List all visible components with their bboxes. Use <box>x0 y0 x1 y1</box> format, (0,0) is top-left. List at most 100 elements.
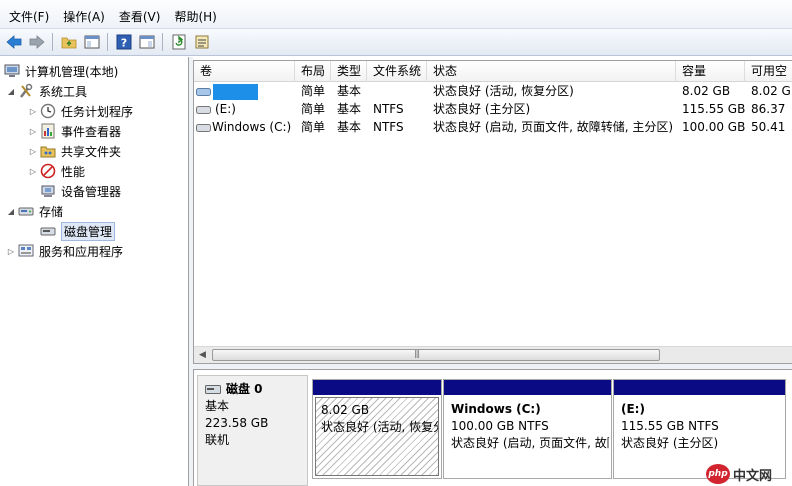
expand-arrow-icon[interactable]: ▷ <box>27 167 39 176</box>
table-row[interactable]: Windows (C:) 简单 基本 NTFS 状态良好 (启动, 页面文件, … <box>194 118 792 136</box>
disk-status: 联机 <box>205 433 230 447</box>
column-header-status[interactable]: 状态 <box>427 61 676 82</box>
tree-item-event-viewer[interactable]: ▷ 事件查看器 <box>27 122 121 140</box>
volume-cell: Windows (C:) <box>194 118 295 136</box>
partition-body: 8.02 GB 状态良好 (活动, 恢复分区) <box>315 397 439 476</box>
tree-item-task-scheduler[interactable]: ▷ 任务计划程序 <box>27 102 133 120</box>
panel-icon[interactable] <box>136 32 157 53</box>
column-header-volume[interactable]: 卷 <box>194 61 295 82</box>
scrollbar-thumb[interactable] <box>212 349 660 361</box>
partition-bar <box>313 380 441 395</box>
column-header-row: 卷 布局 类型 文件系统 状态 容量 可用空 <box>194 61 792 82</box>
partition-body: Windows (C:) 100.00 GB NTFS 状态良好 (启动, 页面… <box>446 397 609 476</box>
menu-view[interactable]: 查看(V) <box>112 9 168 25</box>
tree-item-storage[interactable]: ◢ 存储 <box>5 202 63 220</box>
tree-item-label: 设备管理器 <box>61 184 122 199</box>
expand-arrow-icon[interactable]: ▷ <box>27 147 39 156</box>
disk-management-icon <box>39 223 57 239</box>
toolbar-separator <box>162 33 163 51</box>
tree-item-label: 事件查看器 <box>61 124 122 139</box>
volume-icon <box>196 87 211 96</box>
volume-list: 卷 布局 类型 文件系统 状态 容量 可用空 简单 基本 状态良好 (活动, 恢… <box>193 60 792 364</box>
disk-type: 基本 <box>205 399 230 413</box>
table-row[interactable]: (E:) 简单 基本 NTFS 状态良好 (主分区) 115.55 GB 86.… <box>194 100 792 118</box>
column-header-capacity[interactable]: 容量 <box>676 61 745 82</box>
menu-action[interactable]: 操作(A) <box>56 9 112 25</box>
tree-item-label: 性能 <box>61 164 86 179</box>
tree-item-system-tools[interactable]: ◢ 系统工具 <box>5 82 87 100</box>
partition-windows-c[interactable]: Windows (C:) 100.00 GB NTFS 状态良好 (启动, 页面… <box>443 379 612 479</box>
layout-cell: 简单 <box>301 84 326 98</box>
tree-item-disk-management[interactable]: 磁盘管理 <box>39 221 116 241</box>
scrollbar-grip-icon: ||| <box>414 349 420 358</box>
tree-item-label: 任务计划程序 <box>61 104 134 119</box>
status-cell: 状态良好 (启动, 页面文件, 故障转储, 主分区) <box>433 120 674 134</box>
performance-icon <box>39 163 57 179</box>
layout-cell: 简单 <box>301 120 326 134</box>
folder-up-icon[interactable] <box>58 32 79 53</box>
column-header-free-space[interactable]: 可用空 <box>745 61 792 82</box>
tree-item-performance[interactable]: ▷ 性能 <box>27 162 85 180</box>
device-manager-icon <box>39 183 57 199</box>
partition-title: Windows (C:) <box>451 402 541 416</box>
export-icon[interactable] <box>191 32 212 53</box>
volume-cell: (E:) <box>194 100 295 118</box>
tree-item-device-manager[interactable]: 设备管理器 <box>39 182 121 200</box>
expand-arrow-icon[interactable]: ▷ <box>5 247 17 256</box>
column-header-type[interactable]: 类型 <box>331 61 367 82</box>
capacity-cell: 115.55 GB <box>682 102 745 116</box>
toolbar-separator <box>52 33 53 51</box>
partition-status: 状态良好 (启动, 页面文件, 故障转储, 主分区) <box>451 436 609 450</box>
menu-help[interactable]: 帮助(H) <box>167 9 223 25</box>
refresh-icon[interactable] <box>168 32 189 53</box>
storage-icon <box>17 203 35 219</box>
horizontal-scrollbar[interactable]: ◀ ||| <box>194 346 792 363</box>
volume-icon <box>196 123 211 132</box>
partition-bar <box>614 380 785 395</box>
help-icon[interactable]: ? <box>113 32 134 53</box>
partition-size: 8.02 GB <box>321 403 370 417</box>
toolbar: ? <box>0 29 792 56</box>
back-arrow-icon[interactable] <box>3 32 24 53</box>
expand-arrow-icon[interactable]: ▷ <box>27 107 39 116</box>
free-space-cell: 8.02 G <box>751 84 791 98</box>
status-cell: 状态良好 (活动, 恢复分区) <box>433 84 574 98</box>
column-header-filesystem[interactable]: 文件系统 <box>367 61 427 82</box>
svg-text:?: ? <box>120 37 126 50</box>
services-icon <box>17 243 35 259</box>
toolbar-separator <box>107 33 108 51</box>
volume-cell <box>194 82 295 100</box>
redacted-label <box>213 83 258 100</box>
filesystem-cell: NTFS <box>373 102 404 116</box>
layout-cell: 简单 <box>301 102 326 116</box>
clock-icon <box>39 103 57 119</box>
tree-item-label: 存储 <box>39 204 64 219</box>
partition-recovery[interactable]: 8.02 GB 状态良好 (活动, 恢复分区) <box>312 379 442 479</box>
volume-name: Windows (C:) <box>212 120 292 134</box>
watermark-logo: php <box>706 464 730 484</box>
tree-item-root[interactable]: 计算机管理(本地) <box>3 62 118 80</box>
disk-info-panel[interactable]: 磁盘 0 基本 223.58 GB 联机 <box>197 375 308 486</box>
partition-size: 115.55 GB NTFS <box>621 419 719 433</box>
free-space-cell: 86.37 <box>751 102 786 116</box>
volume-name: (E:) <box>215 102 236 116</box>
partition-status: 状态良好 (主分区) <box>621 436 719 450</box>
tree-item-label: 服务和应用程序 <box>39 244 124 259</box>
tree-item-shared-folders[interactable]: ▷ 共享文件夹 <box>27 142 121 160</box>
free-space-cell: 50.41 <box>751 120 786 134</box>
tree-item-services[interactable]: ▷ 服务和应用程序 <box>5 242 123 260</box>
expand-arrow-icon[interactable]: ▷ <box>27 127 39 136</box>
disk-size: 223.58 GB <box>205 416 269 430</box>
collapse-arrow-icon[interactable]: ◢ <box>5 87 17 96</box>
column-header-layout[interactable]: 布局 <box>295 61 331 82</box>
forward-arrow-icon[interactable] <box>26 32 47 53</box>
table-row[interactable]: 简单 基本 状态良好 (活动, 恢复分区) 8.02 GB 8.02 G <box>194 82 792 100</box>
menu-file[interactable]: 文件(F) <box>2 9 56 25</box>
navigation-tree: 计算机管理(本地) ◢ 系统工具 ▷ 任务计划程序 ▷ 事件查看器 ▷ 共享文件… <box>0 57 189 486</box>
tree-item-label: 共享文件夹 <box>61 144 122 159</box>
event-viewer-icon <box>39 123 57 139</box>
tools-icon <box>17 83 35 99</box>
collapse-arrow-icon[interactable]: ◢ <box>5 207 17 216</box>
show-hide-tree-icon[interactable] <box>81 32 102 53</box>
scroll-left-icon[interactable]: ◀ <box>194 347 211 363</box>
